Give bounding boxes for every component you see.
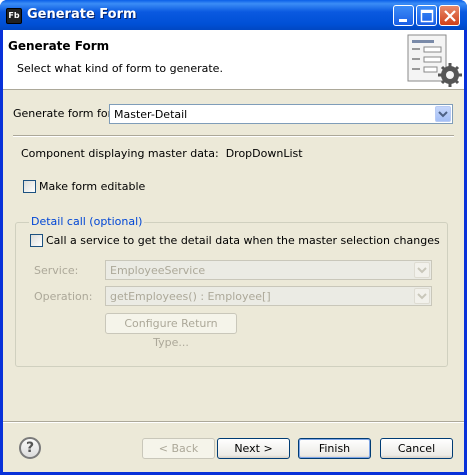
cancel-button[interactable]: Cancel xyxy=(380,438,453,459)
maximize-button[interactable] xyxy=(416,5,437,26)
minimize-button[interactable] xyxy=(393,5,414,26)
chevron-down-icon[interactable] xyxy=(414,262,430,278)
back-button[interactable]: < Back xyxy=(142,438,215,459)
finish-button[interactable]: Finish xyxy=(298,438,371,459)
make-editable-label: Make form editable xyxy=(39,180,146,193)
make-editable-checkbox[interactable] xyxy=(23,180,36,193)
close-button[interactable] xyxy=(439,5,460,26)
service-select[interactable]: EmployeeService xyxy=(105,260,432,280)
call-service-checkbox[interactable] xyxy=(30,234,43,247)
service-label: Service: xyxy=(34,264,79,277)
banner-subtitle: Select what kind of form to generate. xyxy=(17,62,223,75)
master-data-label-text: Component displaying master data: xyxy=(21,147,219,160)
separator xyxy=(13,135,454,137)
wizard-banner: Generate Form Select what kind of form t… xyxy=(3,30,464,90)
form-gear-icon xyxy=(407,34,462,87)
master-data-label: Component displaying master data: DropDo… xyxy=(21,147,303,160)
minimize-icon xyxy=(399,19,407,22)
call-service-label: Call a service to get the detail data wh… xyxy=(46,234,440,247)
operation-label: Operation: xyxy=(34,290,93,303)
dialog-window: Fb Generate Form Generate Form Select wh… xyxy=(0,0,467,475)
title-bar[interactable]: Fb Generate Form xyxy=(0,0,467,30)
generate-for-value: Master-Detail xyxy=(114,108,188,121)
generate-for-select[interactable]: Master-Detail xyxy=(109,104,453,124)
banner-title: Generate Form xyxy=(8,39,110,53)
footer-separator xyxy=(3,421,464,423)
operation-select[interactable]: getEmployees() : Employee[] xyxy=(105,286,432,306)
help-icon[interactable]: ? xyxy=(19,437,41,459)
app-icon: Fb xyxy=(6,8,22,24)
chevron-down-icon[interactable] xyxy=(435,106,451,122)
dialog-client-area: Generate Form Select what kind of form t… xyxy=(3,30,464,472)
service-value: EmployeeService xyxy=(110,264,206,277)
close-icon xyxy=(444,10,456,22)
detail-call-legend: Detail call (optional) xyxy=(29,215,145,228)
next-button[interactable]: Next > xyxy=(217,438,290,459)
master-data-value: DropDownList xyxy=(225,147,303,160)
configure-return-type-button[interactable]: Configure Return Type... xyxy=(105,313,237,349)
operation-value: getEmployees() : Employee[] xyxy=(110,290,271,303)
maximize-icon xyxy=(420,9,434,23)
window-title: Generate Form xyxy=(27,7,137,22)
chevron-down-icon[interactable] xyxy=(414,288,430,304)
generate-for-label: Generate form for: xyxy=(13,107,116,120)
